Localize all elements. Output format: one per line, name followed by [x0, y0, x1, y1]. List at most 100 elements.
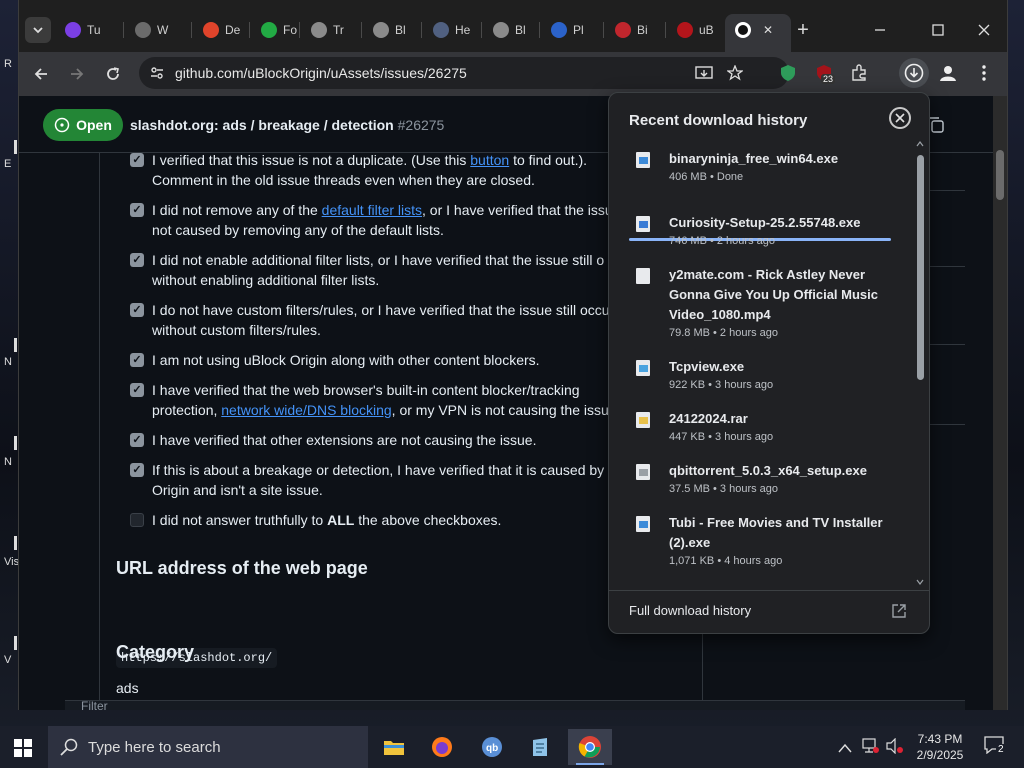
browser-tab[interactable]: Tu: [55, 14, 119, 46]
notepad-icon: [533, 738, 547, 756]
browser-tab[interactable]: Bi: [605, 14, 663, 46]
desktop-icon-label[interactable]: N: [4, 356, 12, 368]
download-filename[interactable]: binaryninja_free_win64.exe: [669, 149, 889, 169]
full-history-label[interactable]: Full download history: [629, 603, 751, 618]
bookmark-star-icon[interactable]: [727, 65, 743, 81]
full-download-history-link[interactable]: Full download history: [609, 590, 929, 633]
forward-button[interactable]: [63, 60, 91, 88]
address-bar[interactable]: github.com/uBlockOrigin/uAssets/issues/2…: [139, 57, 789, 89]
browser-tab[interactable]: De: [193, 14, 249, 46]
desktop-icon-label[interactable]: V: [4, 654, 11, 666]
desktop-icon-label[interactable]: R: [4, 58, 12, 70]
desktop-icon-label[interactable]: Vis: [4, 556, 19, 568]
filter-hint[interactable]: Filter: [81, 701, 108, 710]
back-button[interactable]: [27, 60, 55, 88]
download-filename[interactable]: 24122024.rar: [669, 409, 889, 429]
open-external-icon: [892, 604, 906, 618]
desktop-icon[interactable]: [14, 436, 17, 450]
download-list-scroll-thumb[interactable]: [917, 155, 924, 380]
checkbox[interactable]: ✓: [130, 153, 144, 167]
filter-bar: Filter: [65, 700, 965, 710]
page-scrollbar[interactable]: [993, 96, 1007, 710]
download-filename[interactable]: Tubi - Free Movies and TV Installer (2).…: [669, 513, 889, 553]
checklist-item: ✓ I have verified that the web browser's …: [130, 380, 690, 420]
ublock-extension-button[interactable]: 23: [813, 62, 836, 84]
close-tab-icon[interactable]: ✕: [763, 23, 773, 37]
checklist-link[interactable]: network wide/DNS blocking: [221, 402, 391, 418]
scroll-down-icon[interactable]: [916, 579, 924, 585]
download-filename[interactable]: qbittorrent_5.0.3_x64_setup.exe: [669, 461, 889, 481]
install-app-icon[interactable]: [695, 65, 713, 81]
reload-icon: [107, 67, 119, 80]
checkbox[interactable]: ✓: [130, 203, 144, 217]
close-downloads-button[interactable]: [889, 107, 911, 129]
page-scrollbar-thumb[interactable]: [996, 150, 1004, 200]
download-filename[interactable]: Tcpview.exe: [669, 357, 889, 377]
notepad-button[interactable]: [518, 729, 562, 765]
issue-number: #26275: [397, 117, 445, 133]
browser-tab[interactable]: Fo: [251, 14, 299, 46]
profile-button[interactable]: [937, 62, 959, 84]
checklist-text-part: , or my VPN is not causing the issu: [391, 402, 609, 418]
browser-tab[interactable]: He: [423, 14, 481, 46]
url-text[interactable]: github.com/uBlockOrigin/uAssets/issues/2…: [175, 65, 467, 81]
minimize-button[interactable]: [865, 18, 895, 42]
browser-tab[interactable]: Bl: [363, 14, 421, 46]
checkbox[interactable]: ✓: [130, 433, 144, 447]
checklist-item: ✓ I am not using uBlock Origin along with…: [130, 350, 690, 370]
checkbox[interactable]: ✓: [130, 303, 144, 317]
search-placeholder[interactable]: Type here to search: [88, 739, 221, 756]
close-window-button[interactable]: [969, 18, 999, 42]
checkbox[interactable]: ✓: [130, 383, 144, 397]
checkbox[interactable]: ✓: [130, 253, 144, 267]
site-info-icon[interactable]: [149, 65, 165, 81]
desktop-icon[interactable]: [14, 140, 17, 154]
downloads-button[interactable]: [899, 58, 929, 88]
scroll-up-icon[interactable]: [916, 141, 924, 147]
checkbox[interactable]: ✓: [130, 463, 144, 477]
browser-tab[interactable]: Tr: [301, 14, 361, 46]
checklist-text: I did not answer truthfully to ALL the a…: [152, 510, 501, 530]
start-button[interactable]: [14, 739, 32, 762]
notification-center-button[interactable]: 2: [984, 736, 1010, 758]
download-list-scrollbar[interactable]: [915, 141, 925, 587]
desktop-icon[interactable]: [14, 338, 17, 352]
qbittorrent-button[interactable]: qb: [470, 729, 514, 765]
chrome-button[interactable]: [568, 729, 612, 765]
firefox-button[interactable]: [420, 729, 464, 765]
desktop-icon-label[interactable]: E: [4, 158, 11, 170]
desktop-icon[interactable]: [14, 636, 17, 650]
checkbox[interactable]: ✓: [130, 353, 144, 367]
checklist-text: If this is about a breakage or detection…: [152, 460, 616, 500]
checklist-text-part: without enabling additional filter lists…: [152, 272, 380, 288]
checklist-link[interactable]: default filter lists: [322, 202, 422, 218]
show-hidden-icons-button[interactable]: [838, 740, 852, 758]
new-tab-button[interactable]: +: [791, 18, 815, 42]
download-list: binaryninja_free_win64.exe 406 MB • Done C…: [609, 141, 915, 587]
adguard-extension-button[interactable]: [777, 62, 799, 84]
browser-menu-button[interactable]: [973, 62, 995, 84]
taskbar-search-box[interactable]: Type here to search: [48, 726, 368, 768]
browser-tab[interactable]: W: [125, 14, 187, 46]
download-filename[interactable]: Curiosity-Setup-25.2.55748.exe: [669, 213, 889, 233]
volume-button[interactable]: [886, 737, 904, 759]
checklist-link[interactable]: button: [470, 152, 509, 168]
download-filename[interactable]: y2mate.com - Rick Astley Never Gonna Giv…: [669, 265, 889, 325]
search-icon: [60, 738, 78, 756]
checklist-item: ✓ I have verified that other extensions a…: [130, 430, 690, 450]
checkbox[interactable]: [130, 513, 144, 527]
video-file-icon: [634, 267, 652, 285]
brave-lion-icon: [135, 22, 151, 38]
desktop-icon[interactable]: [14, 536, 17, 550]
browser-tab[interactable]: Bl: [483, 14, 539, 46]
clock[interactable]: 7:43 PM 2/9/2025: [910, 731, 970, 763]
maximize-button[interactable]: [923, 18, 953, 42]
desktop-icon-label[interactable]: N: [4, 456, 12, 468]
browser-tab[interactable]: Pl: [541, 14, 603, 46]
extensions-button[interactable]: [849, 62, 871, 84]
tab-search-button[interactable]: [25, 17, 51, 43]
browser-tab[interactable]: uB: [667, 14, 723, 46]
network-button[interactable]: [862, 738, 880, 759]
file-explorer-button[interactable]: [372, 729, 416, 765]
reload-button[interactable]: [99, 60, 127, 88]
